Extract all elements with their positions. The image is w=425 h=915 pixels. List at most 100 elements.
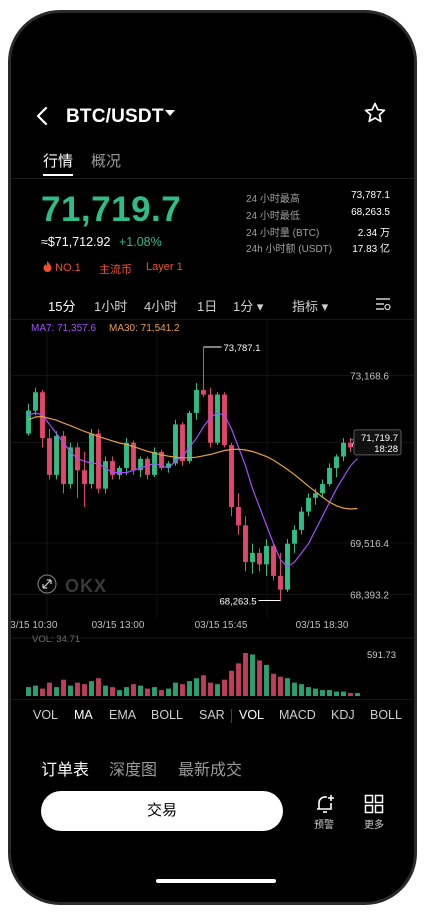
tf-15m[interactable]: 15分 [48,296,75,315]
volume-bar [355,693,360,696]
volume-bar [257,660,262,696]
volume-bar [313,688,318,696]
y-tick-label: 73,168.6 [350,371,389,382]
stat-label-high: 24 小时最高 [246,194,300,205]
tab-market[interactable]: 行情 [43,150,73,171]
ind-vol[interactable]: VOL [33,708,58,722]
candle-body [257,552,262,565]
volume-bar [138,685,143,696]
candle-body [89,433,94,485]
category-tag[interactable]: 主流币 [99,261,132,277]
candle-body [292,529,297,544]
volume-bar [82,684,87,696]
ind-boll[interactable]: BOLL [151,708,183,722]
phone-frame: BTC/USDT 行情 概况 71,719.7 ≈$71,712.92 +1.0… [8,10,417,905]
ind-ma[interactable]: MA [74,708,93,722]
candle-body [194,389,199,413]
candle-body [334,456,339,468]
candle-body [117,468,122,475]
volume-bar [327,690,332,696]
fiat-price: ≈$71,712.92 [41,235,111,249]
candle-body [96,433,101,489]
volume-bar [166,688,171,696]
volume-bar [96,678,101,696]
rank-tag: NO.1 [43,261,81,274]
stat-label-low: 24 小时最低 [246,211,300,222]
alert-label: 预警 [314,820,334,831]
rank-tag-label: NO.1 [55,262,81,274]
volume-bar [285,678,290,696]
candle-body [124,442,129,468]
divider [11,178,414,179]
tf-1d[interactable]: 1日 [197,296,217,315]
candle-body [327,468,332,485]
tf-4h[interactable]: 4小时 [144,296,177,315]
ind-boll-sub[interactable]: BOLL [370,708,402,722]
candle-body [306,497,311,512]
expand-arrows-icon[interactable] [37,574,57,599]
candle-body [33,392,38,411]
candle-body [320,484,325,494]
tab-latest-trades[interactable]: 最新成交 [178,756,242,780]
volume-bar [26,687,31,696]
volume-bar [110,687,115,696]
stat-label-turnover: 24h 小时额 (USDT) [246,244,333,255]
candle-body [250,552,255,563]
volume-bar [61,679,66,696]
ind-macd[interactable]: MACD [279,708,316,722]
volume-bar [334,691,339,696]
tab-depth[interactable]: 深度图 [109,756,157,780]
volume-bar [299,684,304,696]
pair-title[interactable]: BTC/USDT [66,106,164,128]
candle-body [271,546,276,576]
vol-axis-label: 591.73 [367,650,397,661]
tab-orderbook[interactable]: 订单表 [41,756,89,780]
volume-bar [187,681,192,696]
star-outline-icon[interactable] [363,101,387,132]
home-indicator [156,879,276,883]
ind-kdj[interactable]: KDJ [331,708,355,722]
high-annotation: 73,787.1 [224,343,261,354]
caret-down-icon[interactable] [164,107,176,122]
volume-bar [236,663,241,696]
volume-bar [341,691,346,696]
volume-bar [173,682,178,696]
candle-body [341,442,346,457]
tab-overview[interactable]: 概况 [91,150,121,171]
volume-bar [180,684,185,696]
x-tick-label: 03/15 15:45 [195,620,248,631]
ind-vol-sub[interactable]: VOL [239,708,264,722]
layer-tag[interactable]: Layer 1 [146,261,183,273]
price-change: +1.08% [119,235,162,249]
candle-body [54,435,59,475]
back-chevron-icon[interactable] [35,105,49,133]
candle-body [208,394,213,443]
volume-bar [278,676,283,696]
separator [231,709,232,723]
volume-bar [271,673,276,696]
volume-bar [75,682,80,696]
x-tick-label: 03/15 13:00 [92,620,145,631]
y-tick-label: 69,516.4 [350,539,389,550]
x-tick-label: 03/15 10:30 [11,620,58,631]
flame-icon [43,261,52,272]
volume-bar [215,684,220,696]
tf-1h[interactable]: 1小时 [94,296,127,315]
volume-bar [222,679,227,696]
ind-ema[interactable]: EMA [109,708,136,722]
candle-body [47,438,52,475]
watermark-logo: OKX [65,576,108,596]
volume-bar [131,684,136,696]
low-annotation: 68,263.5 [220,596,257,607]
volume-bar [89,681,94,696]
ind-sar[interactable]: SAR [199,708,225,722]
indicator-dropdown[interactable]: 指标 ▾ [292,296,328,315]
tf-more-dropdown[interactable]: 1分 ▾ [233,296,263,315]
chart-settings-icon[interactable] [375,297,391,316]
y-tick-label: 68,393.2 [350,591,389,602]
trade-button[interactable]: 交易 [41,791,283,831]
candle-body [278,575,283,590]
volume-bar [320,690,325,696]
ma30-legend: MA30: 71,541.2 [109,323,180,334]
candle-body [264,546,269,565]
